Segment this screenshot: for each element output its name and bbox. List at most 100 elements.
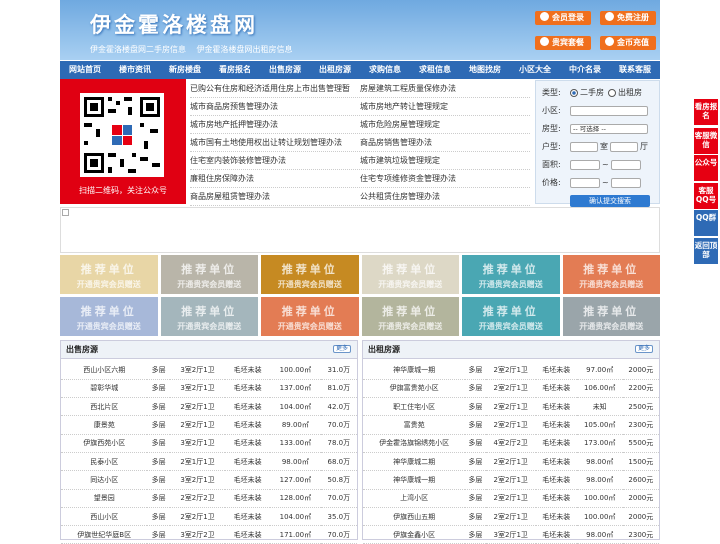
listing-estate[interactable]: 西山小区六期 [61, 361, 148, 380]
policy-link[interactable]: 商品房屋租赁管理办法 [190, 188, 360, 205]
policy-link[interactable]: 城市房地产抵押管理办法 [190, 116, 360, 133]
nav-item[interactable]: 求购信息 [360, 61, 410, 79]
policy-link[interactable]: 廉租住房保障办法 [190, 170, 360, 187]
nav-item[interactable]: 地图找房 [460, 61, 510, 79]
nav-item[interactable]: 看房报名 [210, 61, 260, 79]
side-float-button[interactable]: 公众号 [694, 155, 718, 181]
listing-row[interactable]: 神华康城一期 多层 2室2厅1卫 毛坯未装 97.00㎡ 2000元 [363, 361, 659, 380]
member-login-button[interactable]: 会员登录 [535, 11, 591, 25]
nav-item[interactable]: 小区大全 [510, 61, 560, 79]
side-float-button[interactable]: 看房报名 [694, 99, 718, 125]
listing-row[interactable]: 伊旗西山五期 多层 2室2厅1卫 毛坯未装 100.00㎡ 2000元 [363, 507, 659, 527]
price-min-input[interactable] [570, 178, 600, 188]
policy-link[interactable]: 城市房地产转让管理规定 [360, 98, 530, 115]
recommended-unit-tile[interactable]: 推荐单位 开通贵宾会员赠送 [261, 297, 359, 336]
listing-row[interactable]: 碧彰华城 多层 3室2厅1卫 毛坯未装 137.00㎡ 81.0万 [61, 379, 357, 399]
listing-estate[interactable]: 望景园 [61, 489, 148, 508]
policy-link[interactable]: 住宅室内装饰装修管理办法 [190, 152, 360, 169]
listing-estate[interactable]: 伊旗西苑小区 [61, 434, 148, 453]
nav-item[interactable]: 中介名录 [560, 61, 610, 79]
recommended-unit-tile[interactable]: 推荐单位 开通贵宾会员赠送 [562, 297, 660, 336]
recommended-unit-tile[interactable]: 推荐单位 开通贵宾会员赠送 [60, 255, 158, 294]
price-max-input[interactable] [610, 178, 641, 188]
recommended-unit-tile[interactable]: 推荐单位 开通贵宾会员赠送 [361, 297, 459, 336]
listing-row[interactable]: 同达小区 多层 3室2厅1卫 毛坯未装 127.00㎡ 50.8万 [61, 470, 357, 490]
policy-link[interactable]: 城市商品房预售管理办法 [190, 98, 360, 115]
listing-estate[interactable]: 同达小区 [61, 470, 148, 490]
listing-row[interactable]: 民泰小区 多层 2室1厅1卫 毛坯未装 98.00㎡ 68.0万 [61, 452, 357, 472]
policy-link[interactable]: 商品房销售管理办法 [360, 134, 530, 151]
listing-estate[interactable]: 伊旗金鑫小区 [363, 525, 466, 544]
housetype-select[interactable]: -- 可选择 -- [570, 124, 648, 134]
listing-row[interactable]: 职工住宅小区 多层 2室2厅1卫 毛坯未装 未知 2500元 [363, 397, 659, 417]
policy-link[interactable]: 住宅专项维修资金管理办法 [360, 170, 530, 187]
policy-link[interactable]: 城市国有土地使用权出让转让规划管理办法 [190, 134, 360, 151]
listing-row[interactable]: 伊旗西苑小区 多层 3室2厅1卫 毛坯未装 133.00㎡ 78.0万 [61, 434, 357, 453]
listing-row[interactable]: 西北片区 多层 2室2厅1卫 毛坯未装 104.00㎡ 42.0万 [61, 397, 357, 417]
listing-estate[interactable]: 伊金霍洛旗锦绣苑小区 [363, 434, 466, 453]
listing-estate[interactable]: 碧彰华城 [61, 379, 148, 399]
recommended-unit-tile[interactable]: 推荐单位 开通贵宾会员赠送 [361, 255, 459, 294]
policy-link[interactable]: 城市建筑垃圾管理规定 [360, 152, 530, 169]
rent-more-button[interactable]: 更多 [635, 345, 653, 353]
ad-banner[interactable] [60, 207, 660, 253]
nav-item[interactable]: 网站首页 [60, 61, 110, 79]
side-float-button[interactable]: 客服QQ号 [694, 183, 718, 209]
listing-estate[interactable]: 康景苑 [61, 415, 148, 435]
listing-row[interactable]: 伊金霍洛旗锦绣苑小区 多层 4室2厅2卫 毛坯未装 173.00㎡ 5500元 [363, 434, 659, 453]
listing-estate[interactable]: 民泰小区 [61, 452, 148, 472]
policy-link[interactable]: 城市危险房屋管理规定 [360, 116, 530, 133]
policy-link[interactable]: 已购公有住房和经济适用住房上市出售管理暂 [190, 80, 360, 97]
vip-package-button[interactable]: 贵宾套餐 [535, 36, 591, 50]
nav-item[interactable]: 楼市资讯 [110, 61, 160, 79]
listing-row[interactable]: 康景苑 多层 2室2厅1卫 毛坯未装 89.00㎡ 70.0万 [61, 415, 357, 435]
radio-rent[interactable] [608, 89, 616, 97]
listing-row[interactable]: 伊旗世纪华庭B区 多层 3室2厅2卫 毛坯未装 171.00㎡ 70.0万 [61, 525, 357, 544]
side-float-button[interactable]: QQ群 [694, 210, 718, 236]
listing-estate[interactable]: 上湾小区 [363, 489, 466, 508]
search-submit-button[interactable]: 确认提交搜索 [570, 195, 650, 207]
side-float-button[interactable]: 返回顶部 [694, 238, 718, 264]
coin-recharge-button[interactable]: 金币充值 [600, 36, 656, 50]
listing-row[interactable]: 西山小区 多层 2室2厅1卫 毛坯未装 104.00㎡ 35.0万 [61, 507, 357, 527]
listing-row[interactable]: 上湾小区 多层 2室2厅1卫 毛坯未装 100.00㎡ 2000元 [363, 489, 659, 508]
recommended-unit-tile[interactable]: 推荐单位 开通贵宾会员赠送 [60, 297, 158, 336]
listing-row[interactable]: 望景园 多层 2室2厅2卫 毛坯未装 128.00㎡ 70.0万 [61, 489, 357, 508]
recommended-unit-tile[interactable]: 推荐单位 开通贵宾会员赠送 [160, 297, 258, 336]
listing-estate[interactable]: 神华康城一期 [363, 361, 466, 380]
recommended-unit-tile[interactable]: 推荐单位 开通贵宾会员赠送 [462, 297, 560, 336]
listing-estate[interactable]: 伊旗世纪华庭B区 [61, 525, 148, 544]
nav-item[interactable]: 求租信息 [410, 61, 460, 79]
area-min-input[interactable] [570, 160, 600, 170]
radio-sale[interactable] [570, 89, 578, 97]
nav-item[interactable]: 出租房源 [310, 61, 360, 79]
listing-row[interactable]: 神华康城二期 多层 2室2厅1卫 毛坯未装 98.00㎡ 1500元 [363, 452, 659, 472]
listing-row[interactable]: 伊旗金鑫小区 多层 3室2厅1卫 毛坯未装 98.00㎡ 2300元 [363, 525, 659, 544]
listing-row[interactable]: 西山小区六期 多层 3室2厅1卫 毛坯未装 100.00㎡ 31.0万 [61, 361, 357, 380]
listing-estate[interactable]: 伊旗富贵苑小区 [363, 379, 466, 399]
register-button[interactable]: 免费注册 [600, 11, 656, 25]
nav-item[interactable]: 新房楼盘 [160, 61, 210, 79]
recommended-unit-tile[interactable]: 推荐单位 开通贵宾会员赠送 [160, 255, 258, 294]
estate-input[interactable] [570, 106, 648, 116]
listing-row[interactable]: 富贵苑 多层 2室2厅1卫 毛坯未装 105.00㎡ 2300元 [363, 415, 659, 435]
hall-select[interactable] [610, 142, 638, 152]
rent-info-link[interactable]: 伊金霍洛楼盘网出租房信息 [197, 45, 293, 54]
area-max-input[interactable] [610, 160, 641, 170]
policy-link[interactable]: 房屋建筑工程质量保修办法 [360, 80, 530, 97]
listing-estate[interactable]: 西北片区 [61, 397, 148, 417]
listing-estate[interactable]: 神华康城二期 [363, 452, 466, 472]
listing-row[interactable]: 神华康城一期 多层 2室2厅1卫 毛坯未装 98.00㎡ 2600元 [363, 470, 659, 490]
room-select[interactable] [570, 142, 598, 152]
sale-more-button[interactable]: 更多 [333, 345, 351, 353]
sale-info-link[interactable]: 伊金霍洛楼盘网二手房信息 [90, 45, 186, 54]
policy-link[interactable]: 公共租赁住房管理办法 [360, 188, 530, 205]
listing-estate[interactable]: 富贵苑 [363, 415, 466, 435]
recommended-unit-tile[interactable]: 推荐单位 开通贵宾会员赠送 [562, 255, 660, 294]
listing-estate[interactable]: 神华康城一期 [363, 470, 466, 490]
listing-estate[interactable]: 职工住宅小区 [363, 397, 466, 417]
listing-estate[interactable]: 伊旗西山五期 [363, 507, 466, 527]
recommended-unit-tile[interactable]: 推荐单位 开通贵宾会员赠送 [261, 255, 359, 294]
recommended-unit-tile[interactable]: 推荐单位 开通贵宾会员赠送 [462, 255, 560, 294]
listing-row[interactable]: 伊旗富贵苑小区 多层 2室2厅1卫 毛坯未装 106.00㎡ 2200元 [363, 379, 659, 399]
